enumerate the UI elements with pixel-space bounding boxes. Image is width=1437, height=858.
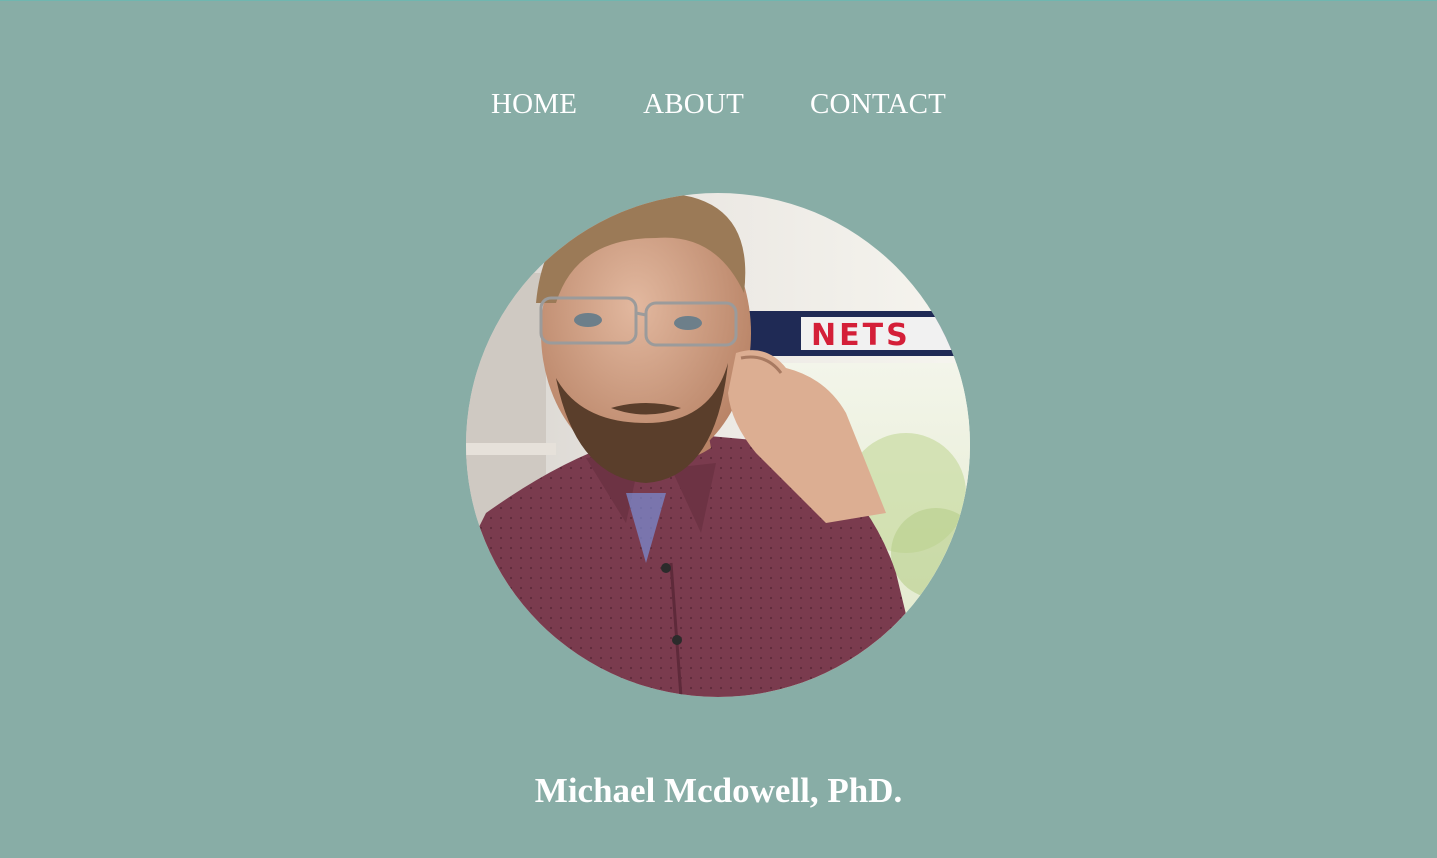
main-nav: HOME ABOUT CONTACT (0, 87, 1437, 121)
nav-home-link[interactable]: HOME (491, 87, 577, 121)
nav-contact-link[interactable]: CONTACT (810, 87, 946, 121)
profile-photo: NETS (466, 193, 970, 697)
profile-name: Michael Mcdowell, PhD. (534, 771, 903, 810)
banner-text: NETS (811, 318, 911, 353)
nav-about-link[interactable]: ABOUT (643, 87, 744, 121)
